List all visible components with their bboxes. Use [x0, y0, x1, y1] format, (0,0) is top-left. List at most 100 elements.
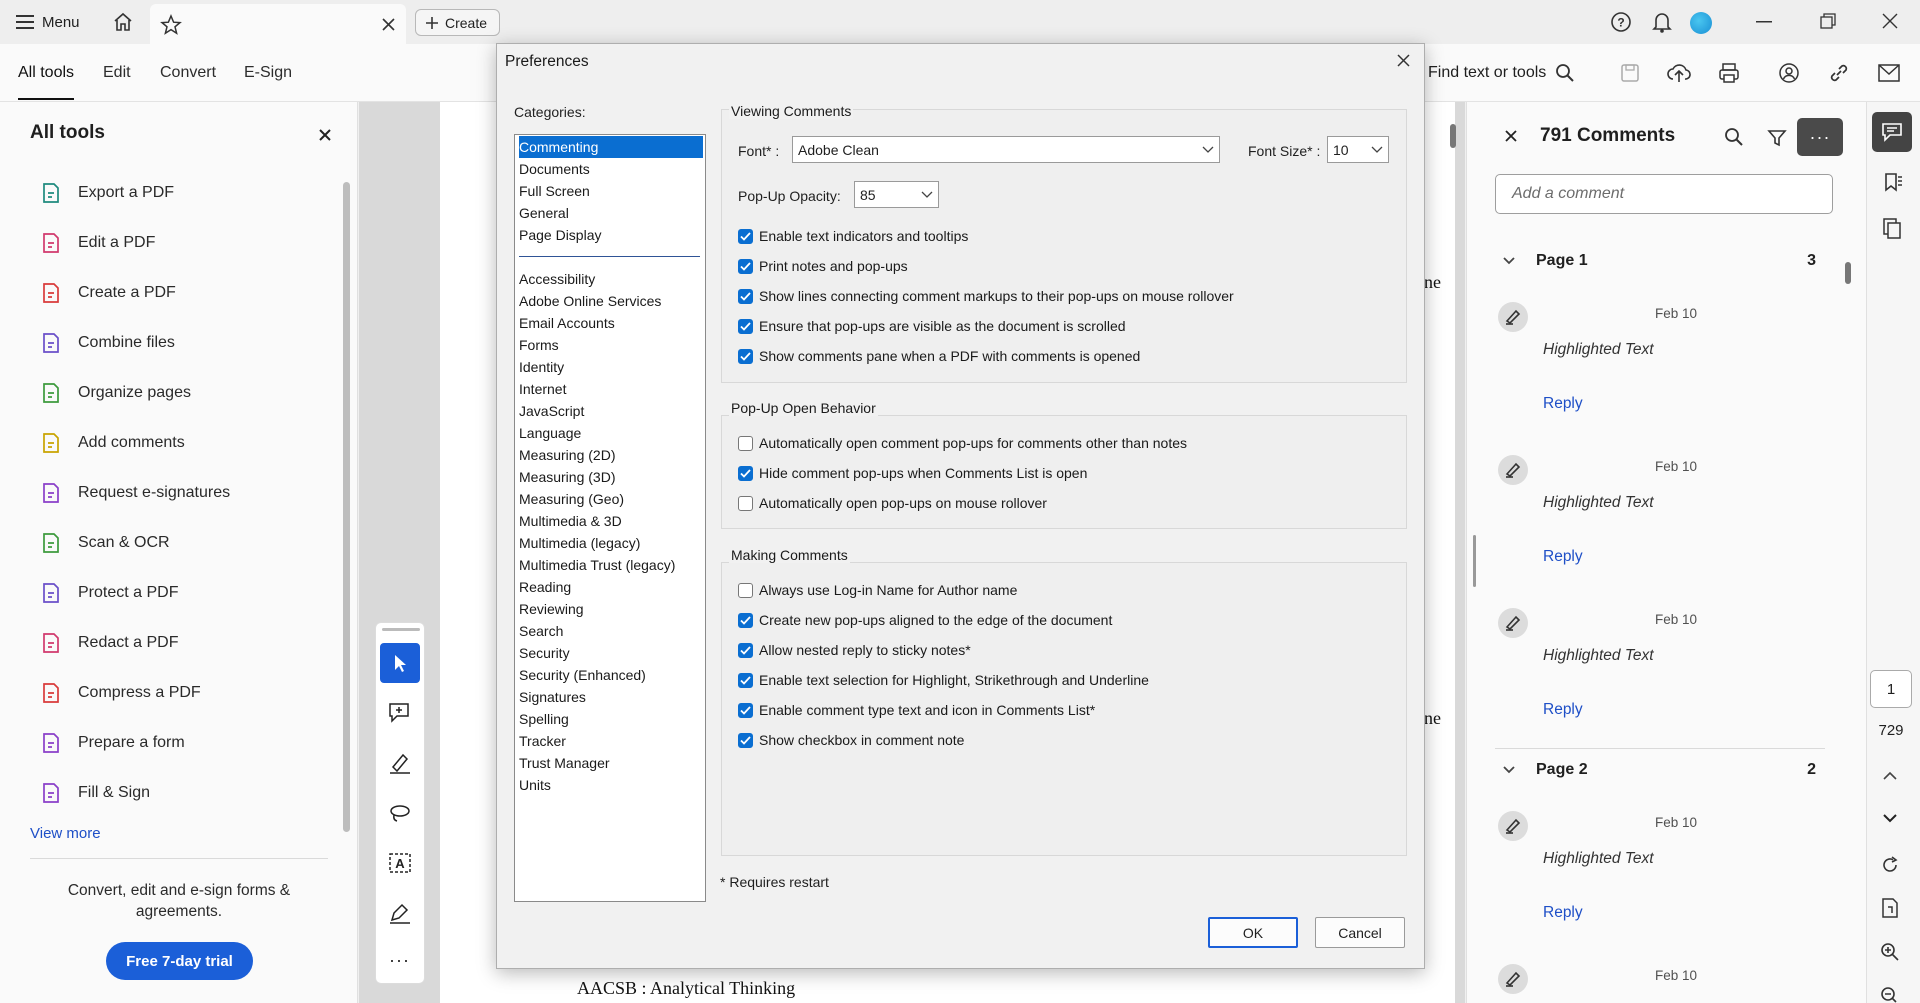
category-item[interactable]: Email Accounts [519, 312, 703, 334]
category-item[interactable]: Measuring (2D) [519, 444, 703, 466]
category-item[interactable]: Language [519, 422, 703, 444]
bookmarks-rail-button[interactable] [1872, 162, 1912, 202]
home-button[interactable] [108, 8, 138, 36]
dialog-close-icon[interactable] [1397, 54, 1410, 67]
category-item[interactable]: Measuring (Geo) [519, 488, 703, 510]
zoom-out-icon[interactable] [1880, 986, 1900, 1003]
checkbox-row[interactable]: Hide comment pop-ups when Comments List … [738, 465, 1087, 481]
create-button[interactable]: Create [415, 9, 500, 36]
category-item[interactable]: Identity [519, 356, 703, 378]
category-item[interactable]: Reviewing [519, 598, 703, 620]
checkbox[interactable] [738, 435, 753, 451]
star-icon[interactable] [160, 14, 182, 36]
comments-more-button[interactable]: ··· [1797, 118, 1843, 156]
tool-item[interactable]: Request e-signatures [40, 478, 230, 508]
filter-icon[interactable] [1767, 128, 1787, 148]
select-tool-button[interactable] [380, 643, 420, 683]
pane-resize-handle[interactable] [1473, 535, 1476, 587]
tool-item[interactable]: Scan & OCR [40, 528, 170, 558]
comment-text[interactable]: Highlighted Text [1543, 341, 1654, 359]
text-box-tool-button[interactable]: A [380, 843, 420, 883]
category-item[interactable]: Multimedia (legacy) [519, 532, 703, 554]
checkbox-row[interactable]: Always use Log-in Name for Author name [738, 582, 1017, 598]
checkbox[interactable] [738, 465, 753, 481]
close-panel-icon[interactable] [319, 129, 331, 141]
category-item[interactable]: Commenting [519, 136, 703, 158]
page-number-input[interactable]: 1 [1870, 670, 1912, 708]
checkbox-row[interactable]: Enable comment type text and icon in Com… [738, 702, 1095, 718]
search-comments-icon[interactable] [1724, 127, 1744, 147]
checkbox[interactable] [738, 582, 753, 598]
page-info-icon[interactable] [1880, 897, 1900, 919]
category-item[interactable]: Multimedia Trust (legacy) [519, 554, 703, 576]
chevron-down-icon[interactable] [1882, 813, 1898, 823]
category-item[interactable]: Documents [519, 158, 703, 180]
tool-item[interactable]: Combine files [40, 328, 175, 358]
category-item[interactable]: JavaScript [519, 400, 703, 422]
tool-item[interactable]: Fill & Sign [40, 778, 150, 808]
category-item[interactable]: Accessibility [519, 268, 703, 290]
comment-text[interactable]: Highlighted Text [1543, 647, 1654, 665]
tool-item[interactable]: Protect a PDF [40, 578, 178, 608]
checkbox-row[interactable]: Show lines connecting comment markups to… [738, 288, 1234, 304]
checkbox-row[interactable]: Enable text indicators and tooltips [738, 228, 968, 244]
window-close-icon[interactable] [1882, 13, 1898, 29]
category-item[interactable]: Trust Manager [519, 752, 703, 774]
checkbox-row[interactable]: Allow nested reply to sticky notes* [738, 642, 971, 658]
opacity-select[interactable]: 85 [854, 181, 939, 208]
document-tab[interactable] [150, 4, 406, 44]
checkbox-row[interactable]: Print notes and pop-ups [738, 258, 908, 274]
checkbox[interactable] [738, 318, 753, 334]
tool-item[interactable]: Prepare a form [40, 728, 185, 758]
print-icon[interactable] [1718, 62, 1740, 84]
category-item[interactable]: Internet [519, 378, 703, 400]
cancel-button[interactable]: Cancel [1315, 917, 1405, 948]
save-icon[interactable] [1620, 63, 1640, 83]
category-item[interactable]: Tracker [519, 730, 703, 752]
chevron-up-icon[interactable] [1882, 771, 1898, 781]
view-more-link[interactable]: View more [30, 825, 101, 842]
add-comment-input[interactable]: Add a comment [1495, 174, 1833, 214]
tab-all-tools[interactable]: All tools [18, 64, 75, 100]
search-icon[interactable] [1555, 63, 1575, 83]
tool-item[interactable]: Compress a PDF [40, 678, 201, 708]
tool-item[interactable]: Organize pages [40, 378, 191, 408]
category-item[interactable]: Forms [519, 334, 703, 356]
tab-convert[interactable]: Convert [160, 64, 216, 82]
tool-item[interactable]: Export a PDF [40, 178, 174, 208]
category-item[interactable]: Page Display [519, 224, 703, 246]
checkbox[interactable] [738, 495, 753, 511]
panel-scrollbar[interactable] [343, 182, 350, 832]
avatar[interactable] [1690, 12, 1712, 34]
checkbox-row[interactable]: Enable text selection for Highlight, Str… [738, 672, 1149, 688]
tab-esign[interactable]: E-Sign [244, 64, 292, 82]
checkbox-row[interactable]: Automatically open comment pop-ups for c… [738, 435, 1187, 451]
checkbox-row[interactable]: Ensure that pop-ups are visible as the d… [738, 318, 1126, 334]
checkbox-row[interactable]: Automatically open pop-ups on mouse roll… [738, 495, 1047, 511]
close-comments-icon[interactable] [1505, 130, 1517, 142]
category-item[interactable]: Reading [519, 576, 703, 598]
checkbox[interactable] [738, 258, 753, 274]
checkbox[interactable] [738, 612, 753, 628]
font-size-select[interactable]: 10 [1327, 136, 1389, 163]
quick-tools-handle[interactable] [382, 628, 420, 631]
notifications-button[interactable] [1648, 8, 1676, 36]
checkbox[interactable] [738, 702, 753, 718]
category-item[interactable]: Adobe Online Services [519, 290, 703, 312]
category-item[interactable]: Units [519, 774, 703, 796]
category-item[interactable]: General [519, 202, 703, 224]
link-icon[interactable] [1828, 62, 1850, 84]
comment-text[interactable]: Highlighted Text [1543, 494, 1654, 512]
cloud-upload-icon[interactable] [1667, 62, 1691, 84]
draw-tool-button[interactable] [380, 793, 420, 833]
category-item[interactable]: Full Screen [519, 180, 703, 202]
email-icon[interactable] [1878, 64, 1900, 82]
highlight-tool-button[interactable] [380, 743, 420, 783]
tool-item[interactable]: Add comments [40, 428, 185, 458]
category-item[interactable]: Measuring (3D) [519, 466, 703, 488]
sign-tool-button[interactable] [380, 893, 420, 933]
checkbox[interactable] [738, 288, 753, 304]
pages-rail-button[interactable] [1872, 208, 1912, 248]
share-user-icon[interactable] [1778, 62, 1800, 84]
tool-item[interactable]: Redact a PDF [40, 628, 178, 658]
